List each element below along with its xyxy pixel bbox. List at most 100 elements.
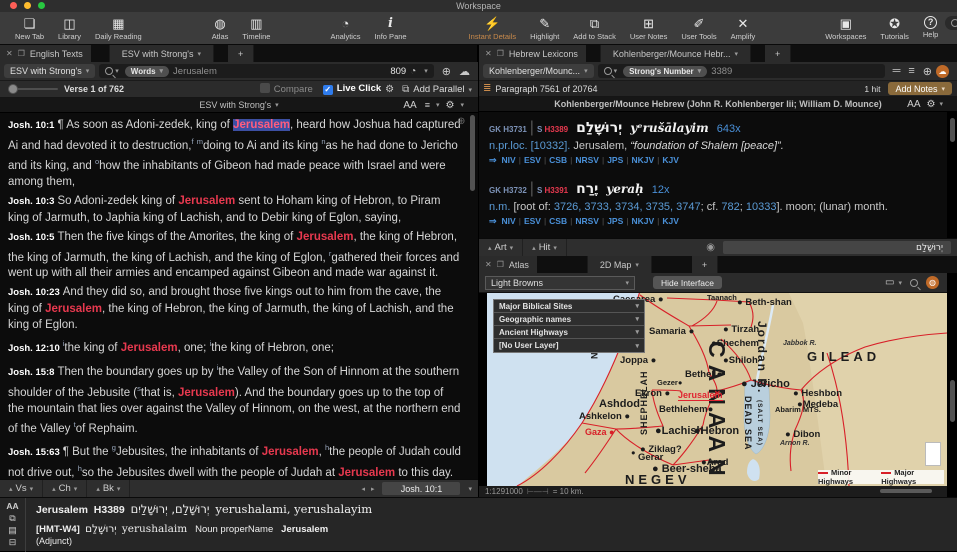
esv-source-select[interactable]: ESV with Strong's▾ — [4, 64, 95, 78]
map-label[interactable]: Bethel ● — [685, 369, 722, 380]
map-label[interactable]: ●Shiloh — [723, 355, 758, 366]
text-size-button[interactable]: AA — [907, 99, 920, 110]
add-parallel-button[interactable]: Add Parallel▾ — [413, 84, 472, 95]
toolbar-user-notes-button[interactable]: ⊞User Notes — [623, 16, 675, 41]
hit-nav[interactable]: ▴Hit▾ — [523, 239, 567, 256]
toolbar-analytics-button[interactable]: ◔Analytics — [323, 16, 367, 41]
map-zoom-icon[interactable] — [910, 279, 918, 287]
map-label[interactable]: ●Hebron — [694, 425, 739, 437]
new-tab-button[interactable]: + — [692, 256, 718, 273]
pie-display-icon[interactable]: ◔ — [410, 66, 416, 77]
footnote-marker[interactable]: t — [74, 420, 76, 429]
footnote-marker[interactable]: h — [325, 443, 329, 452]
map-layer-select[interactable]: Ancient Highways▾ — [494, 326, 644, 339]
live-click-checkbox[interactable]: ✓ — [323, 85, 333, 95]
close-icon[interactable]: ✕ — [485, 260, 492, 269]
chevron-down-icon[interactable]: ▾ — [275, 101, 279, 109]
lexicon-scrollbar[interactable] — [950, 118, 955, 142]
expand-icon[interactable]: ❐ — [18, 49, 25, 58]
map-label[interactable]: Gerar — [638, 452, 663, 463]
footnote-marker[interactable]: i — [63, 339, 65, 348]
book-nav[interactable]: ▴Bk▾ — [87, 480, 130, 497]
clipboard-icon[interactable]: ▤ — [8, 524, 17, 536]
toolbar-workspaces-button[interactable]: ▣Workspaces — [818, 16, 873, 41]
paragraph-list-icon[interactable]: ≣ — [483, 83, 491, 94]
verse[interactable]: Josh. 10:1¶ As soon as Adoni-zedek, king… — [8, 117, 462, 190]
tab-esv-with-strongs[interactable]: ESV with Strong's▾ — [109, 45, 214, 62]
map-style-select[interactable]: Light Browns▾ — [485, 276, 635, 290]
esv-search-field[interactable]: ▾ Words▾ Jerusalem 809 ◔ ▾ — [99, 64, 434, 78]
toolbar-timeline-button[interactable]: ▥Timeline — [235, 16, 277, 41]
toolbar-info-pane-button[interactable]: iInfo Pane — [367, 16, 413, 41]
hit-word[interactable]: Jerusalem — [121, 342, 178, 354]
occurrence-count[interactable]: 12x — [652, 184, 670, 196]
text-size-button[interactable]: AA — [6, 500, 18, 512]
map-label[interactable]: Gaza ● — [585, 427, 614, 437]
chevron-down-icon[interactable]: ▾ — [424, 67, 428, 75]
send-to-icon[interactable]: ⊟ — [9, 536, 17, 548]
add-circle-icon[interactable]: ⊕ — [442, 65, 451, 78]
version-link[interactable]: NIV — [502, 155, 516, 165]
map-label[interactable]: Abarim MTS. — [775, 405, 821, 414]
hit-word[interactable]: Jerusalem — [178, 387, 235, 399]
text-size-button[interactable]: AA — [403, 100, 416, 111]
gear-icon[interactable]: ⚙ — [927, 99, 936, 110]
footnote-marker[interactable]: i — [210, 339, 212, 348]
display-settings-icon[interactable]: ≡ — [425, 100, 430, 110]
toolbar-daily-reading-button[interactable]: ▦Daily Reading — [88, 16, 149, 41]
close-icon[interactable]: ✕ — [485, 49, 492, 58]
version-link[interactable]: CSB — [549, 155, 567, 165]
version-link[interactable]: NKJV — [631, 216, 654, 226]
map-label[interactable]: Taanach — [707, 293, 737, 302]
version-link[interactable]: CSB — [549, 216, 567, 226]
back-arrow-icon[interactable]: ◂ — [361, 485, 365, 493]
verse[interactable]: Josh. 10:5Then the five kings of the Amo… — [8, 229, 462, 282]
columns-icon[interactable]: ═ — [893, 65, 901, 77]
lexicon-search-field[interactable]: ▾ Strong's Number▾ 3389 — [598, 64, 885, 78]
cloud-sync-icon[interactable]: ☁ — [459, 65, 470, 78]
new-tab-button[interactable]: + — [765, 45, 791, 62]
footnote-marker[interactable]: m — [197, 137, 203, 146]
strong-number[interactable]: H3389 — [545, 125, 569, 134]
verse-slider[interactable] — [10, 88, 58, 90]
gear-icon[interactable]: ⚙ — [446, 100, 455, 111]
map-label[interactable]: ● Tirzah — [723, 324, 759, 335]
occurrence-count[interactable]: 643x — [717, 123, 741, 135]
hit-word[interactable]: Jerusalem — [338, 466, 395, 478]
verse-action-icon[interactable]: ⊕ — [457, 116, 465, 127]
footnote-marker[interactable]: f — [191, 137, 193, 146]
version-link[interactable]: JPS — [607, 216, 623, 226]
lexicon-search-value[interactable]: 3389 — [711, 66, 732, 77]
verse-nav[interactable]: ▴Vs▾ — [0, 480, 43, 497]
list-icon[interactable]: ≡ — [908, 65, 914, 77]
map-label[interactable]: Samaria ● — [649, 326, 694, 337]
map-scrollbar[interactable] — [950, 380, 955, 422]
map-label[interactable]: ● Dibon — [785, 429, 820, 440]
panes-icon[interactable]: ⧉ — [402, 84, 409, 95]
globe-icon[interactable]: ◉ — [706, 242, 715, 253]
map-label[interactable]: Joppa ● — [620, 355, 656, 366]
toolbar-user-tools-button[interactable]: ✐User Tools — [674, 16, 723, 41]
map-image-icon[interactable]: ▭ — [885, 277, 894, 288]
version-link[interactable]: NKJV — [631, 155, 654, 165]
version-link[interactable]: NIV — [502, 216, 516, 226]
hide-interface-button[interactable]: Hide Interface — [653, 276, 722, 289]
map-layer-select[interactable]: Geographic names▾ — [494, 313, 644, 326]
toolbar-help-button[interactable]: ?Help — [916, 16, 945, 41]
add-circle-icon[interactable]: ⊕ — [923, 65, 932, 78]
footnote-marker[interactable]: o — [95, 157, 99, 166]
chevron-down-icon[interactable]: ▾ — [468, 485, 472, 493]
verse[interactable]: Josh. 15:63¶ But the gJebusites, the inh… — [8, 440, 462, 479]
add-notes-button[interactable]: Add Notes▾ — [888, 82, 952, 95]
hit-word[interactable]: Jerusalem — [233, 119, 290, 131]
toolbar-highlight-button[interactable]: ✎Highlight — [523, 16, 566, 41]
footnote-marker[interactable]: n — [321, 137, 325, 146]
map-label[interactable]: ● Beth-shan — [737, 297, 792, 308]
chapter-nav[interactable]: ▴Ch▾ — [43, 480, 87, 497]
map-label[interactable]: Ashkelon ● — [579, 411, 630, 422]
verse-slider-thumb[interactable] — [8, 84, 18, 94]
search-scope-pill[interactable]: Words▾ — [125, 66, 169, 77]
forward-arrow-icon[interactable]: ▸ — [371, 485, 375, 493]
toolbar-library-button[interactable]: ◫Library — [51, 16, 88, 41]
footnote-marker[interactable]: h — [78, 464, 82, 473]
